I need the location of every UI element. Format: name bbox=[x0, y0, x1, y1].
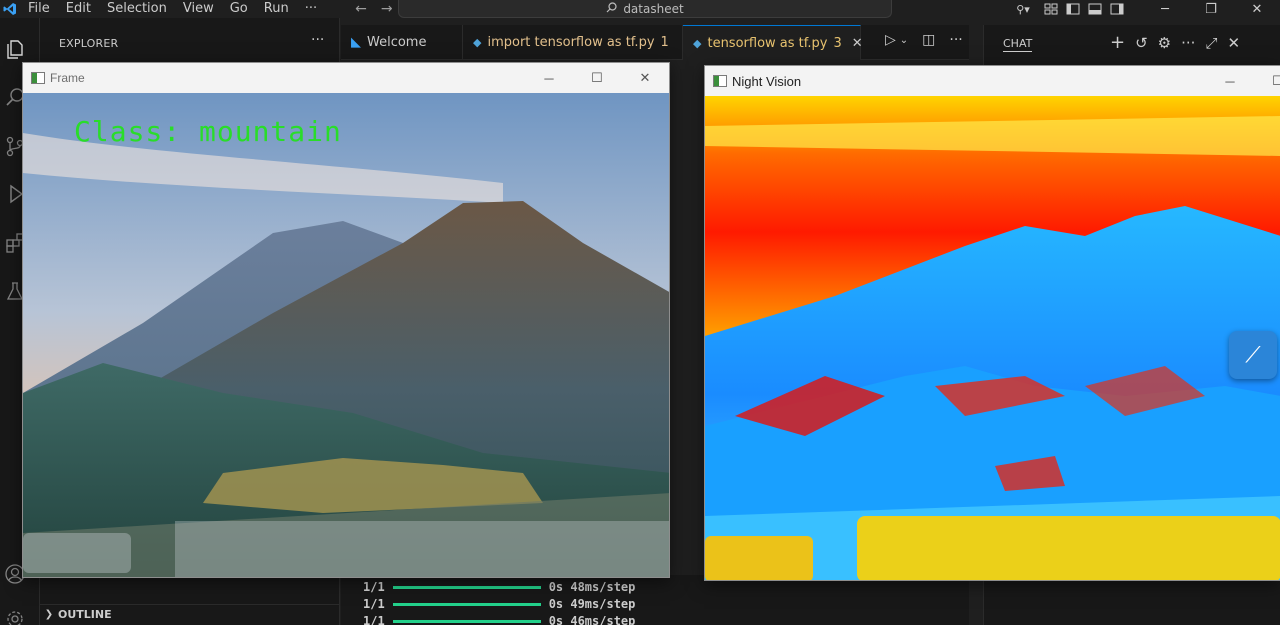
close-tab-icon[interactable]: ✕ bbox=[852, 36, 863, 51]
progress-bar bbox=[392, 585, 541, 589]
python-icon: ◆ bbox=[473, 36, 482, 49]
maximize-icon[interactable]: ☐ bbox=[573, 63, 621, 93]
tab-label: Welcome bbox=[367, 35, 427, 50]
toggle-panel-icon[interactable] bbox=[1084, 0, 1106, 18]
mountain-photo bbox=[23, 93, 669, 577]
floating-app-badge-icon[interactable]: ⟋ bbox=[1229, 331, 1277, 379]
minimize-icon[interactable]: ─ bbox=[1206, 66, 1254, 96]
screen: File Edit Selection View Go Run ··· ← → … bbox=[0, 0, 1280, 625]
outline-section[interactable]: ❯ OUTLINE bbox=[40, 604, 340, 624]
window-title-bar[interactable]: Frame ─ ☐ ✕ bbox=[23, 63, 669, 93]
terminal-line: 1/1 0s 46ms/step bbox=[363, 613, 635, 625]
gear-icon[interactable]: ⚙ bbox=[1158, 34, 1171, 52]
menu-file[interactable]: File bbox=[20, 1, 58, 17]
app-icon bbox=[31, 72, 45, 84]
heatmap-photo bbox=[705, 96, 1280, 580]
layout-customize-icon[interactable] bbox=[1040, 0, 1062, 18]
back-arrow-icon[interactable]: ← bbox=[355, 1, 367, 17]
forward-arrow-icon[interactable]: → bbox=[381, 1, 393, 17]
editor-tabs: ◣ Welcome ◆ import tensorflow as tf.py 1… bbox=[341, 25, 969, 60]
window-title: Night Vision bbox=[732, 73, 802, 89]
tab-import-tensorflow[interactable]: ◆ import tensorflow as tf.py 1 bbox=[463, 25, 683, 60]
step-time: 0s 46ms/step bbox=[548, 614, 636, 625]
maximize-icon[interactable]: ⤢ bbox=[1205, 34, 1217, 52]
run-file-icon[interactable]: ▷ bbox=[885, 32, 896, 48]
close-icon[interactable]: ✕ bbox=[1234, 0, 1280, 18]
terminal-line: 1/1 0s 48ms/step bbox=[363, 579, 635, 595]
tab-label: tensorflow as tf.py bbox=[707, 35, 828, 51]
toggle-secondary-sidebar-icon[interactable] bbox=[1106, 0, 1128, 18]
title-bar: File Edit Selection View Go Run ··· ← → … bbox=[0, 0, 1280, 18]
maximize-icon[interactable]: ☐ bbox=[1254, 66, 1280, 96]
camera-frame-image: Class: mountain bbox=[23, 93, 669, 577]
step-time: 0s 48ms/step bbox=[548, 580, 636, 594]
command-center[interactable]: datasheet bbox=[398, 0, 892, 18]
editor-actions: ▷ ⌄ ◫ ··· bbox=[885, 32, 963, 48]
sidebar-title: EXPLORER bbox=[59, 37, 119, 50]
close-icon[interactable]: ✕ bbox=[1227, 34, 1240, 52]
step-count: 1/1 bbox=[363, 597, 385, 611]
more-actions-icon[interactable]: ··· bbox=[311, 32, 324, 48]
chat-actions: + ↺ ⚙ ··· ⤢ ✕ bbox=[1110, 32, 1240, 53]
progress-bar bbox=[392, 602, 541, 606]
minimize-icon[interactable]: ─ bbox=[525, 63, 573, 93]
step-count: 1/1 bbox=[363, 580, 385, 594]
restore-icon[interactable]: ❐ bbox=[1188, 0, 1234, 18]
chevron-right-icon: ❯ bbox=[44, 609, 54, 620]
menu-go[interactable]: Go bbox=[222, 1, 256, 17]
progress-bar bbox=[392, 619, 541, 623]
tab-tensorflow-active[interactable]: ◆ tensorflow as tf.py 3 ✕ bbox=[683, 25, 863, 60]
close-icon[interactable]: ✕ bbox=[621, 63, 669, 93]
toggle-sidebar-icon[interactable] bbox=[1062, 0, 1084, 18]
problem-count-badge: 1 bbox=[660, 35, 669, 50]
vscode-icon: ◣ bbox=[351, 35, 361, 50]
minimize-icon[interactable]: ─ bbox=[1142, 0, 1188, 18]
menu-edit[interactable]: Edit bbox=[58, 1, 99, 17]
more-actions-icon[interactable]: ··· bbox=[1181, 34, 1195, 52]
terminal-panel: 1/1 0s 48ms/step 1/1 0s 49ms/step 1/1 0s… bbox=[341, 575, 969, 625]
frame-window[interactable]: Frame ─ ☐ ✕ Class: mountain bbox=[22, 62, 670, 578]
window-title: Frame bbox=[50, 71, 85, 85]
chevron-down-icon[interactable]: ⌄ bbox=[900, 35, 908, 46]
window-title-bar[interactable]: Night Vision ─ ☐ bbox=[705, 66, 1280, 96]
search-icon bbox=[606, 1, 617, 16]
vscode-logo-icon bbox=[0, 0, 20, 18]
menu-selection[interactable]: Selection bbox=[99, 1, 175, 17]
settings-gear-icon[interactable] bbox=[4, 608, 26, 625]
terminal-line: 1/1 0s 49ms/step bbox=[363, 596, 635, 612]
menu-run[interactable]: Run bbox=[256, 1, 297, 17]
new-chat-icon[interactable]: + bbox=[1110, 32, 1125, 53]
menu-view[interactable]: View bbox=[175, 1, 222, 17]
explorer-icon[interactable] bbox=[4, 38, 26, 60]
step-time: 0s 49ms/step bbox=[548, 597, 636, 611]
tab-welcome[interactable]: ◣ Welcome bbox=[341, 25, 463, 60]
step-count: 1/1 bbox=[363, 614, 385, 625]
copilot-icon[interactable]: ⚲▾ bbox=[1006, 0, 1040, 18]
menu-more[interactable]: ··· bbox=[297, 1, 325, 17]
outline-label: OUTLINE bbox=[58, 608, 112, 621]
history-icon[interactable]: ↺ bbox=[1135, 34, 1148, 52]
night-vision-window[interactable]: Night Vision ─ ☐ bbox=[704, 65, 1280, 581]
problem-count-badge: 3 bbox=[833, 35, 842, 51]
chat-title[interactable]: CHAT bbox=[1003, 37, 1033, 52]
classification-label: Class: mountain bbox=[74, 115, 342, 148]
app-icon bbox=[713, 75, 727, 87]
command-center-text: datasheet bbox=[623, 1, 684, 16]
split-editor-icon[interactable]: ◫ bbox=[922, 32, 935, 48]
more-actions-icon[interactable]: ··· bbox=[949, 32, 962, 48]
night-vision-image bbox=[705, 96, 1280, 580]
python-icon: ◆ bbox=[693, 36, 702, 50]
tab-label: import tensorflow as tf.py bbox=[487, 35, 655, 50]
